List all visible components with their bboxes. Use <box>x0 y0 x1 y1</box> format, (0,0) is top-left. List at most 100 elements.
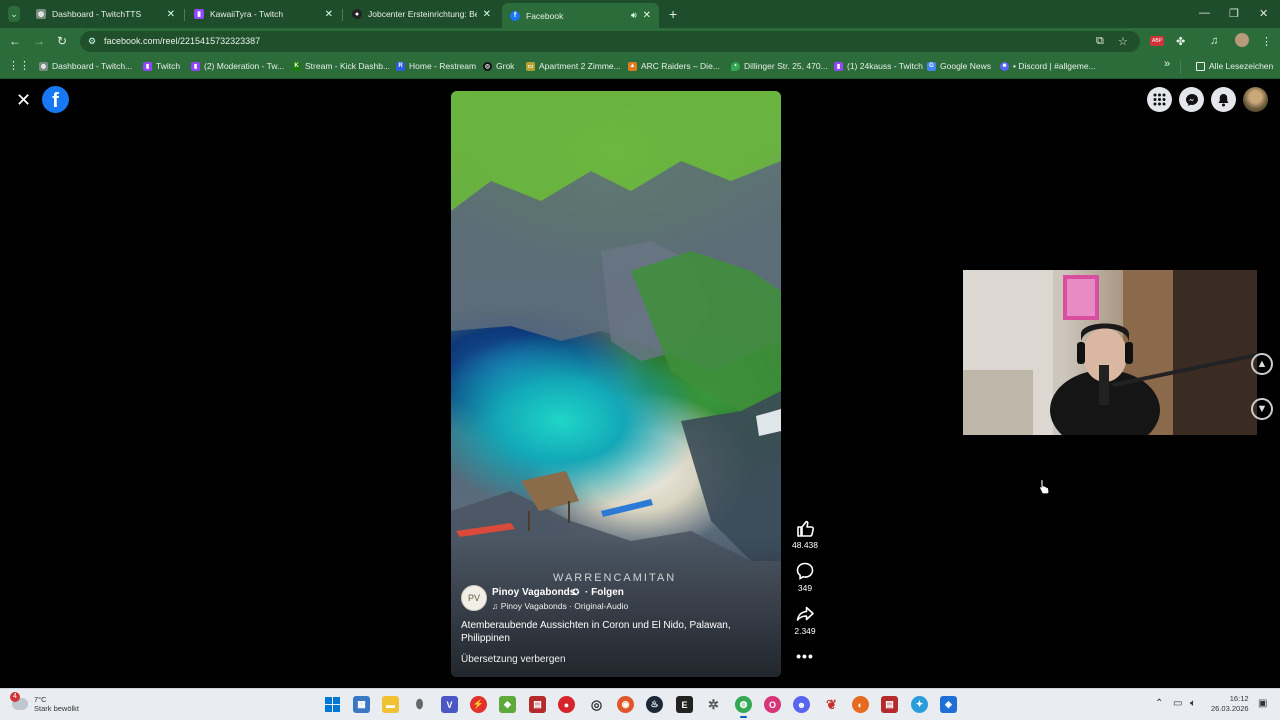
tab-dashboard-twitchtts[interactable]: ◍ Dashboard - TwitchTTS ✕ <box>28 3 183 25</box>
new-tab-button[interactable]: + <box>661 3 681 25</box>
video-watermark: WARRENCAMITAN <box>553 572 677 584</box>
tab-search-button[interactable]: ⌄ <box>0 3 28 25</box>
next-reel-arrow-icon[interactable]: ▼ <box>1251 398 1273 420</box>
tab-jobcenter[interactable]: ● Jobcenter Ersteinrichtung: Betr ✕ <box>344 3 499 25</box>
close-icon[interactable]: ✕ <box>325 9 333 20</box>
photo-app-icon[interactable]: ◈ <box>940 696 957 713</box>
site-info-icon[interactable]: ⚙ <box>88 36 98 46</box>
address-bar[interactable]: ⚙ facebook.com/reel/2215415732323387 <box>80 31 1140 52</box>
like-button[interactable]: 48.438 <box>788 517 822 550</box>
share-count: 2.349 <box>794 626 816 636</box>
discord-icon: ☻ <box>1000 61 1009 71</box>
windows-start-icon[interactable] <box>324 696 341 713</box>
cloud-icon: 4 <box>10 692 28 710</box>
bookmark-item[interactable]: ▭ Apartment 2 Zimme... <box>526 61 621 71</box>
notifications-icon[interactable]: ▣ <box>1258 698 1267 709</box>
extensions-puzzle-icon[interactable]: ✤ <box>1176 35 1185 48</box>
mouse-icon[interactable]: ⬮ <box>411 696 428 713</box>
globe-icon: ◍ <box>36 9 46 19</box>
browser-toolbar: ← → ↻ ⚙ facebook.com/reel/22154157323233… <box>0 28 1280 55</box>
follow-button[interactable]: · Folgen <box>585 587 624 598</box>
tab-kawaiityra-twitch[interactable]: ▮ KawaiiTyra - Twitch ✕ <box>186 3 341 25</box>
bookmark-item[interactable]: ▮ (2) Moderation - Tw... <box>191 61 284 71</box>
address-url[interactable]: facebook.com/reel/2215415732323387 <box>104 36 260 46</box>
calculator-icon[interactable]: ▦ <box>353 696 370 713</box>
forward-arrow-icon[interactable]: → <box>33 34 45 48</box>
bookmark-item[interactable]: ▲ ARC Raiders – Die... <box>628 61 720 71</box>
bookmark-item[interactable]: G Google News <box>927 61 991 71</box>
messenger-icon[interactable] <box>1179 87 1204 112</box>
origin-icon[interactable]: ◉ <box>617 696 634 713</box>
author-name-link[interactable]: Pinoy Vagabonds <box>492 587 575 598</box>
reload-icon[interactable]: ↻ <box>57 34 67 48</box>
media-app-icon[interactable]: ▤ <box>529 696 546 713</box>
bookmark-item[interactable]: R Home - Restream <box>396 61 476 71</box>
bird-app-icon[interactable]: ❦ <box>823 696 840 713</box>
adblock-extension-icon[interactable]: ABP <box>1150 36 1164 46</box>
more-bookmarks-chevron-icon[interactable]: » <box>1164 58 1170 70</box>
bookmark-item[interactable]: ▮ (1) 24kauss - Twitch <box>834 61 923 71</box>
twitch-icon: ▮ <box>834 61 843 71</box>
settings-gear-icon[interactable]: ✲ <box>705 696 722 713</box>
menu-grid-icon[interactable] <box>1147 87 1172 112</box>
tray-chevron-up-icon[interactable]: ⌃ <box>1155 698 1163 709</box>
record-app-icon[interactable]: ● <box>558 696 575 713</box>
bluestacks-icon[interactable]: ◆ <box>499 696 516 713</box>
media-control-icon[interactable]: ♫ <box>1210 35 1218 47</box>
media-app-2-icon[interactable]: ▤ <box>881 696 898 713</box>
file-explorer-icon[interactable]: ▬ <box>382 696 399 713</box>
reel-video[interactable]: WARRENCAMITAN PV Pinoy Vagabonds ✪ · Fol… <box>451 91 781 677</box>
network-app-icon[interactable]: ✦ <box>911 696 928 713</box>
tab-facebook[interactable]: f Facebook 🔊︎ ✕ <box>502 3 659 28</box>
close-icon[interactable]: ✕ <box>483 9 491 20</box>
share-button[interactable]: 2.349 <box>788 603 822 636</box>
bookmark-item[interactable]: ◍ Dashboard - Twitch... <box>39 61 132 71</box>
twitch-icon: ▮ <box>191 61 200 71</box>
bookmark-item[interactable]: ◎ Grok <box>483 61 514 71</box>
previous-reel-arrow-icon[interactable]: ▲ <box>1251 353 1273 375</box>
opera-gx-icon[interactable]: ⚡ <box>470 696 487 713</box>
network-icon[interactable]: ▭ <box>1173 698 1182 709</box>
speaker-icon[interactable]: 🔊︎ <box>631 10 637 21</box>
apps-grid-icon[interactable]: ⋮⋮ <box>8 59 30 72</box>
steam-icon[interactable]: ♨ <box>646 696 663 713</box>
bookmark-item[interactable]: • Dillinger Str. 25, 470... <box>731 61 828 71</box>
discord-icon[interactable]: ☻ <box>793 696 810 713</box>
bookmark-item[interactable]: K Stream - Kick Dashb... <box>292 61 390 71</box>
close-icon[interactable]: ✕ <box>643 10 651 21</box>
globe-icon: ◍ <box>39 61 48 71</box>
app-v-icon[interactable]: V <box>441 696 458 713</box>
facebook-logo-icon[interactable]: f <box>42 86 69 113</box>
chrome-icon[interactable]: ◍ <box>735 696 752 718</box>
close-icon[interactable]: ✕ <box>167 9 175 20</box>
firefox-icon[interactable]: ◐ <box>852 696 869 713</box>
volume-icon[interactable]: 🔈︎ <box>1190 698 1196 709</box>
maximize-button[interactable]: ❐ <box>1229 7 1239 20</box>
weather-widget[interactable]: 4 7°C Stark bewölkt <box>10 692 79 713</box>
windows-taskbar: 4 7°C Stark bewölkt ▦ ▬ ⬮ V ⚡ ◆ ▤ ● ◎ ◉ ♨… <box>0 688 1280 720</box>
comment-button[interactable]: 349 <box>788 560 822 593</box>
all-bookmarks-button[interactable]: Alle Lesezeichen <box>1196 61 1273 71</box>
profile-avatar-icon[interactable] <box>1235 33 1249 47</box>
install-app-icon[interactable]: ⧉ <box>1096 35 1104 48</box>
obs-icon[interactable]: ◎ <box>588 696 605 713</box>
bookmark-item[interactable]: ☻ • Discord | #allgeme... <box>1000 61 1096 71</box>
webcam-overlay <box>963 270 1257 435</box>
restream-icon: R <box>396 61 405 71</box>
back-arrow-icon[interactable]: ← <box>9 34 21 48</box>
notifications-bell-icon[interactable] <box>1211 87 1236 112</box>
translation-toggle-link[interactable]: Übersetzung verbergen <box>461 654 566 665</box>
system-clock[interactable]: 16:12 26.03.2026 <box>1211 694 1249 714</box>
more-options-icon[interactable]: ••• <box>788 648 822 664</box>
window-close-button[interactable]: ✕ <box>1259 7 1268 20</box>
author-avatar[interactable]: PV <box>461 585 487 611</box>
bookmark-star-icon[interactable]: ☆ <box>1118 35 1128 48</box>
epic-games-icon[interactable]: E <box>676 696 693 713</box>
bookmark-item[interactable]: ▮ Twitch <box>143 61 180 71</box>
close-icon[interactable]: ✕ <box>16 90 31 111</box>
profile-avatar[interactable] <box>1243 87 1268 112</box>
menu-kebab-icon[interactable]: ⋮ <box>1261 35 1272 48</box>
minimize-button[interactable]: — <box>1199 7 1210 19</box>
opera-icon[interactable]: O <box>764 696 781 713</box>
audio-source[interactable]: ♫ Pinoy Vagabonds · Original-Audio <box>492 601 628 611</box>
